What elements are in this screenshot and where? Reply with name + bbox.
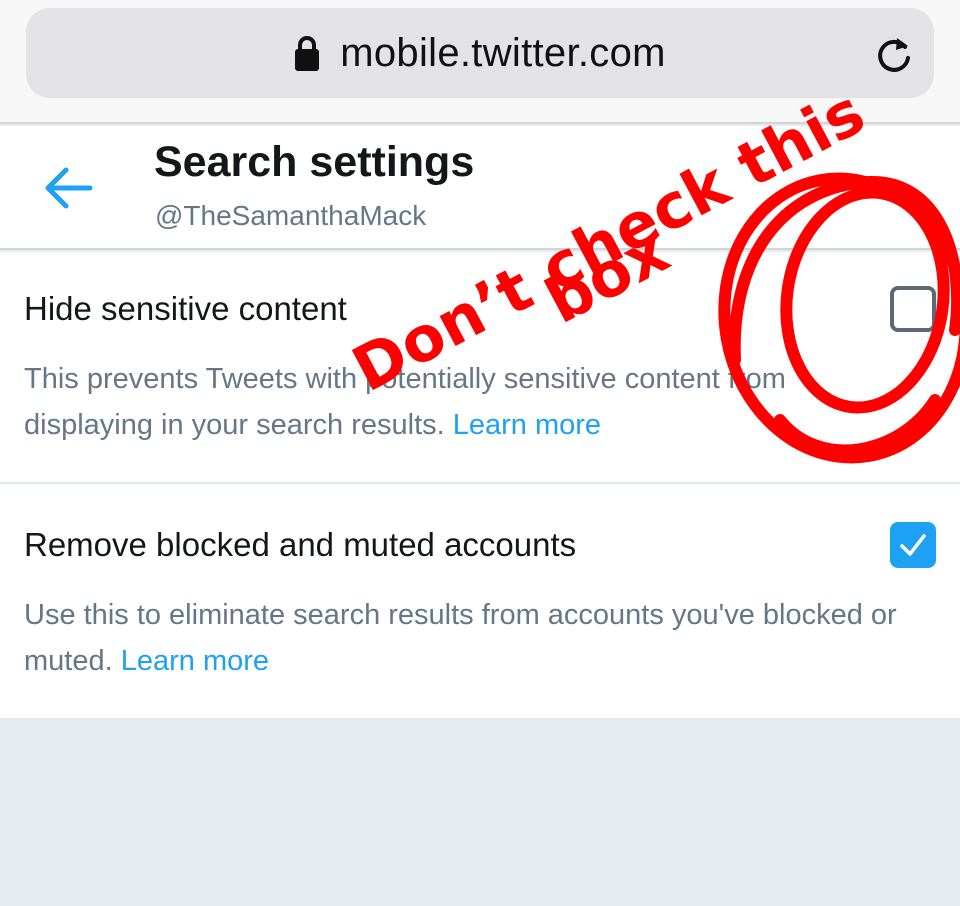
- setting-remove-blocked-muted: Remove blocked and muted accounts Use th…: [0, 486, 960, 718]
- page-title: Search settings: [154, 138, 475, 186]
- reload-icon[interactable]: [874, 34, 914, 74]
- setting-title: Remove blocked and muted accounts: [24, 526, 577, 563]
- browser-chrome: mobile.twitter.com: [0, 0, 960, 124]
- settings-list: Hide sensitive content This prevents Twe…: [0, 252, 960, 718]
- page-header: Search settings @TheSamanthaMack: [0, 126, 960, 250]
- address-bar[interactable]: mobile.twitter.com: [26, 8, 934, 98]
- lock-icon: [295, 36, 320, 71]
- checkmark-icon: [900, 534, 926, 556]
- setting-hide-sensitive-content: Hide sensitive content This prevents Twe…: [0, 252, 960, 484]
- setting-description: This prevents Tweets with potentially se…: [24, 356, 904, 448]
- description-text: This prevents Tweets with potentially se…: [24, 363, 786, 441]
- learn-more-link[interactable]: Learn more: [453, 409, 601, 441]
- learn-more-link[interactable]: Learn more: [121, 645, 269, 677]
- setting-title: Hide sensitive content: [24, 290, 347, 327]
- url-text: mobile.twitter.com: [340, 30, 666, 75]
- setting-description: Use this to eliminate search results fro…: [24, 592, 904, 684]
- hide-sensitive-content-checkbox[interactable]: [890, 286, 936, 332]
- account-handle: @TheSamanthaMack: [155, 200, 427, 231]
- remove-blocked-muted-checkbox[interactable]: [890, 522, 936, 568]
- back-arrow-icon[interactable]: [42, 166, 94, 210]
